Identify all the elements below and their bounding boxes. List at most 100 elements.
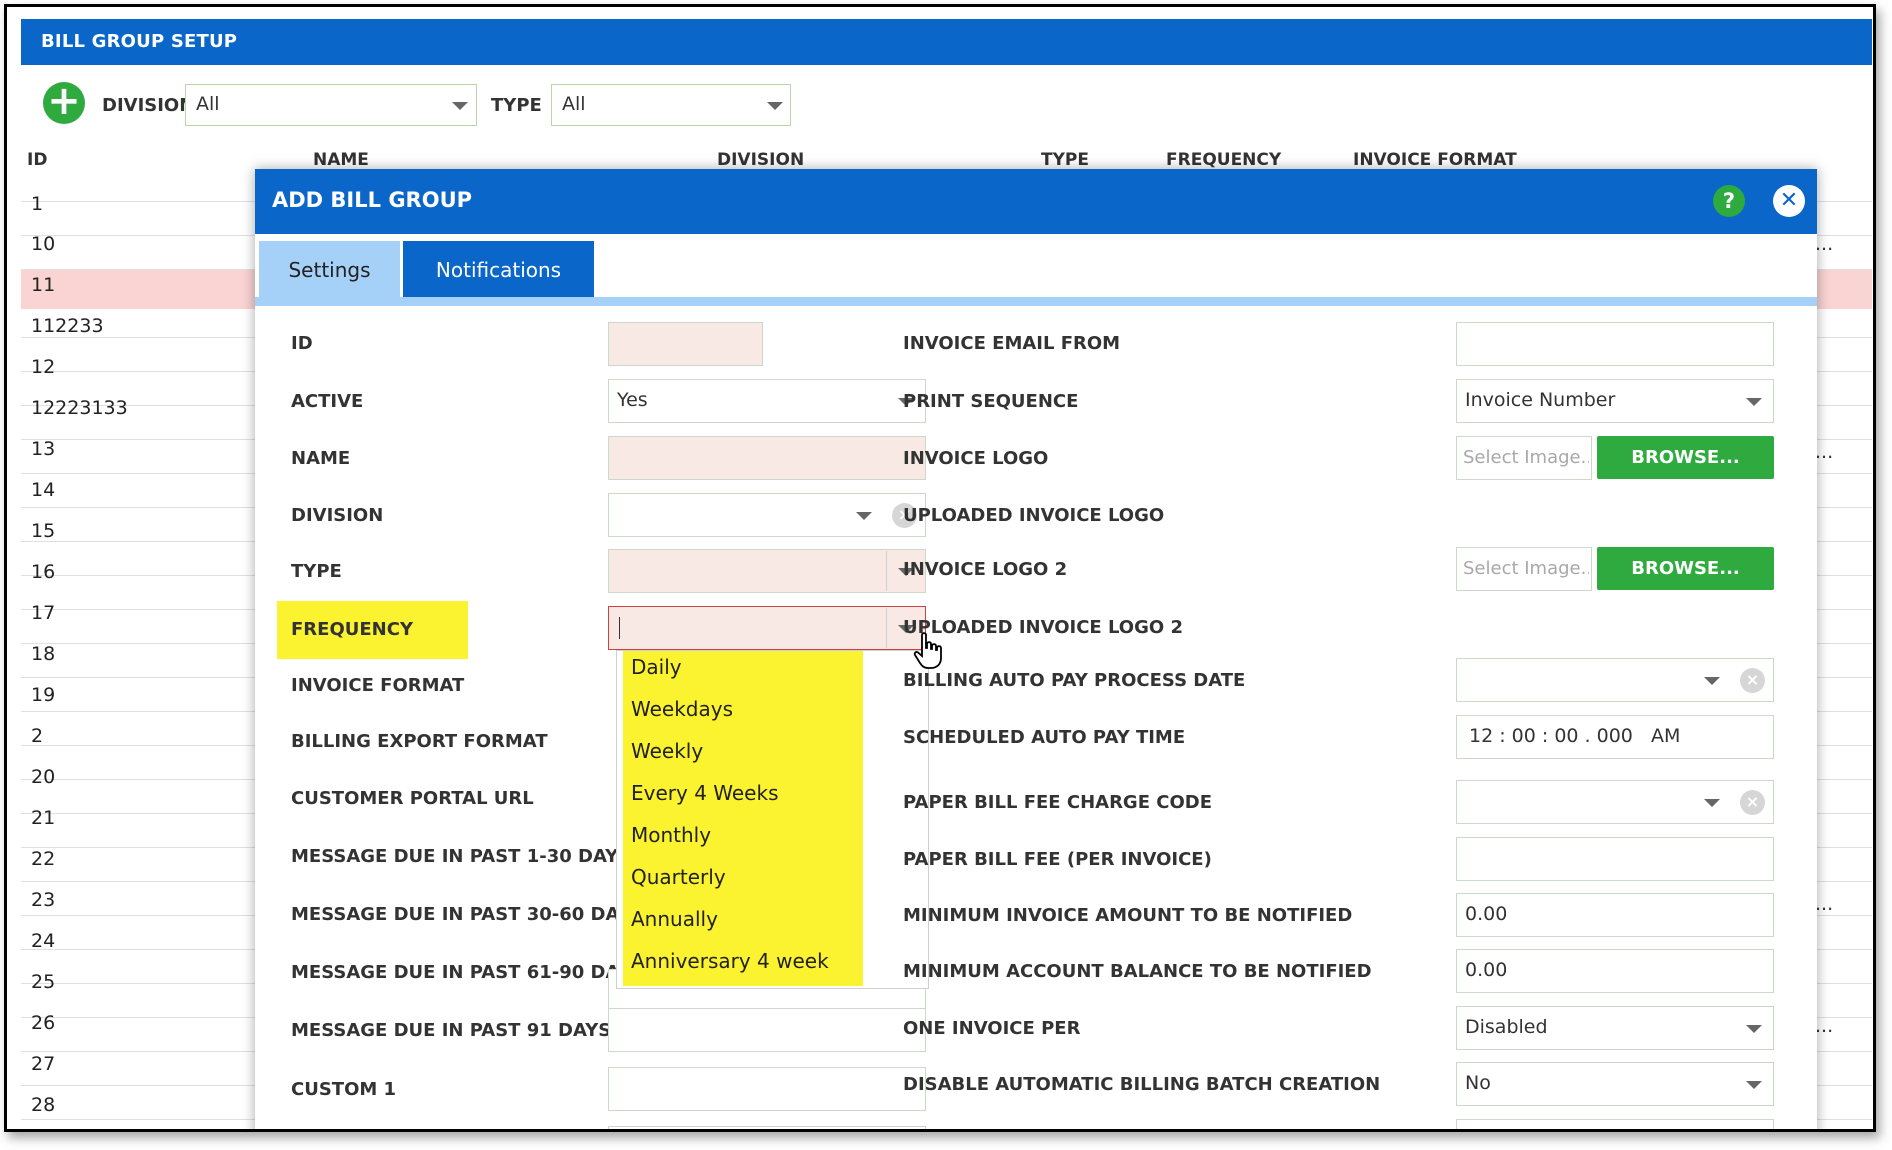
table-row[interactable]: 27 [31, 1053, 55, 1075]
table-row[interactable]: 14 [31, 479, 55, 501]
frequency-option-quarterly[interactable]: Quarterly [631, 865, 726, 889]
division-label: DIVISION [291, 505, 384, 526]
column-header-name[interactable]: NAME [313, 150, 369, 170]
custom-1-label: CUSTOM 1 [291, 1079, 397, 1100]
min-account-balance-field[interactable]: 0.00 [1456, 949, 1774, 993]
table-row[interactable]: 12 [31, 356, 55, 378]
table-row[interactable]: 25 [31, 971, 55, 993]
active-select[interactable]: Yes [608, 379, 926, 423]
paper-bill-fee-field[interactable] [1456, 837, 1774, 881]
table-row[interactable]: 26 [31, 1012, 55, 1034]
min-invoice-amount-field[interactable]: 0.00 [1456, 893, 1774, 937]
min-account-balance-value: 0.00 [1465, 959, 1508, 981]
table-row[interactable]: 24 [31, 930, 55, 952]
active-value: Yes [617, 389, 648, 411]
frequency-option-monthly[interactable]: Monthly [631, 823, 711, 847]
one-invoice-per-value: Disabled [1465, 1016, 1548, 1038]
select-image-placeholder: Select Image... [1463, 447, 1589, 468]
table-row[interactable]: 11 [31, 274, 55, 296]
table-row[interactable]: 21 [31, 807, 55, 829]
billing-auto-pay-date-label: BILLING AUTO PAY PROCESS DATE [903, 670, 1246, 691]
table-row[interactable]: 12223133 [31, 397, 128, 419]
type-filter-select[interactable]: All [551, 84, 791, 126]
screenshot-frame: BILL GROUP SETUP + DIVISION All TYPE All… [0, 0, 1892, 1150]
id-field[interactable] [608, 322, 763, 366]
partial-value: N [1465, 1129, 1479, 1132]
message-30-60-label: MESSAGE DUE IN PAST 30-60 DAYS [291, 904, 644, 925]
table-row[interactable]: 22 [31, 848, 55, 870]
frequency-option-daily[interactable]: Daily [631, 655, 682, 679]
one-invoice-per-select[interactable]: Disabled [1456, 1006, 1774, 1050]
add-bill-group-button[interactable]: + [43, 81, 85, 124]
type-filter-label: TYPE [491, 95, 542, 116]
frequency-option-weekly[interactable]: Weekly [631, 739, 703, 763]
table-row[interactable]: 20 [31, 766, 55, 788]
invoice-logo-file-field[interactable]: Select Image... [1456, 436, 1592, 480]
chevron-down-icon [452, 102, 468, 110]
table-row[interactable]: 10 [31, 233, 55, 255]
frequency-option-weekdays[interactable]: Weekdays [631, 697, 733, 721]
paper-bill-fee-label: PAPER BILL FEE (PER INVOICE) [903, 849, 1212, 870]
table-row[interactable]: 23 [31, 889, 55, 911]
invoice-logo-2-file-field[interactable]: Select Image... [1456, 547, 1592, 591]
invoice-email-from-field[interactable] [1456, 322, 1774, 366]
table-row[interactable]: 18 [31, 643, 55, 665]
tab-notifications[interactable]: Notifications [403, 241, 594, 298]
clear-icon[interactable]: × [1740, 790, 1765, 815]
frequency-option-annually[interactable]: Annually [631, 907, 718, 931]
next-field[interactable] [608, 1126, 926, 1129]
row-overflow-text: ... [1815, 233, 1834, 255]
table-row[interactable]: 112233 [31, 315, 104, 337]
division-select[interactable]: × [608, 493, 926, 537]
message-91-field[interactable] [608, 1008, 926, 1052]
disable-auto-batch-value: No [1465, 1072, 1491, 1094]
name-field[interactable] [608, 436, 926, 480]
billing-auto-pay-date-field[interactable]: × [1456, 658, 1774, 702]
frequency-option-anniversary-4-week[interactable]: Anniversary 4 week [631, 949, 829, 973]
disable-auto-batch-select[interactable]: No [1456, 1062, 1774, 1106]
select-image-placeholder: Select Image... [1463, 558, 1589, 579]
column-header-invoice-format[interactable]: INVOICE FORMAT [1353, 150, 1517, 170]
table-row[interactable]: 28 [31, 1094, 55, 1116]
help-icon[interactable]: ? [1713, 185, 1745, 217]
frequency-select[interactable] [608, 606, 926, 650]
table-row[interactable]: 2 [31, 725, 43, 747]
print-sequence-select[interactable]: Invoice Number [1456, 379, 1774, 423]
browse-button-2[interactable]: BROWSE... [1597, 547, 1774, 590]
min-invoice-amount-label: MINIMUM INVOICE AMOUNT TO BE NOTIFIED [903, 905, 1353, 926]
next-select[interactable]: N [1456, 1119, 1774, 1132]
table-row[interactable]: 15 [31, 520, 55, 542]
frequency-option-every-4-weeks[interactable]: Every 4 Weeks [631, 781, 779, 805]
invoice-email-from-label: INVOICE EMAIL FROM [903, 333, 1121, 354]
table-row[interactable]: 16 [31, 561, 55, 583]
disable-auto-batch-label: DISABLE AUTOMATIC BILLING BATCH CREATION [903, 1074, 1381, 1095]
paper-bill-fee-charge-code-field[interactable]: × [1456, 780, 1774, 824]
tab-settings[interactable]: Settings [259, 241, 400, 301]
column-header-id[interactable]: ID [27, 150, 47, 170]
one-invoice-per-label: ONE INVOICE PER [903, 1018, 1081, 1039]
clear-icon[interactable]: × [1740, 668, 1765, 693]
table-row[interactable]: 1 [31, 193, 43, 215]
column-header-division[interactable]: DIVISION [717, 150, 804, 170]
min-invoice-amount-value: 0.00 [1465, 903, 1508, 925]
message-61-90-label: MESSAGE DUE IN PAST 61-90 DAYS [291, 962, 644, 983]
row-overflow-text: ... [1815, 1015, 1834, 1037]
custom-1-field[interactable] [608, 1067, 926, 1111]
table-row[interactable]: 19 [31, 684, 55, 706]
scheduled-auto-pay-time-field[interactable]: 12 : 00 : 00 . 000 AM [1456, 715, 1774, 759]
chevron-down-icon [1746, 1081, 1762, 1089]
print-sequence-label: PRINT SEQUENCE [903, 391, 1079, 412]
invoice-logo-2-label: INVOICE LOGO 2 [903, 559, 1068, 580]
column-header-type[interactable]: TYPE [1041, 150, 1089, 170]
uploaded-invoice-logo-2-label: UPLOADED INVOICE LOGO 2 [903, 617, 1183, 638]
browse-button[interactable]: BROWSE... [1597, 436, 1774, 479]
type-select[interactable] [608, 549, 926, 593]
table-row[interactable]: 17 [31, 602, 55, 624]
tab-underline [255, 297, 1817, 306]
chevron-down-icon [1746, 398, 1762, 406]
close-icon[interactable]: ✕ [1773, 185, 1805, 217]
column-header-frequency[interactable]: FREQUENCY [1166, 150, 1281, 170]
table-row[interactable]: 13 [31, 438, 55, 460]
row-overflow-text: ... [1815, 893, 1834, 915]
division-filter-select[interactable]: All [185, 84, 477, 126]
